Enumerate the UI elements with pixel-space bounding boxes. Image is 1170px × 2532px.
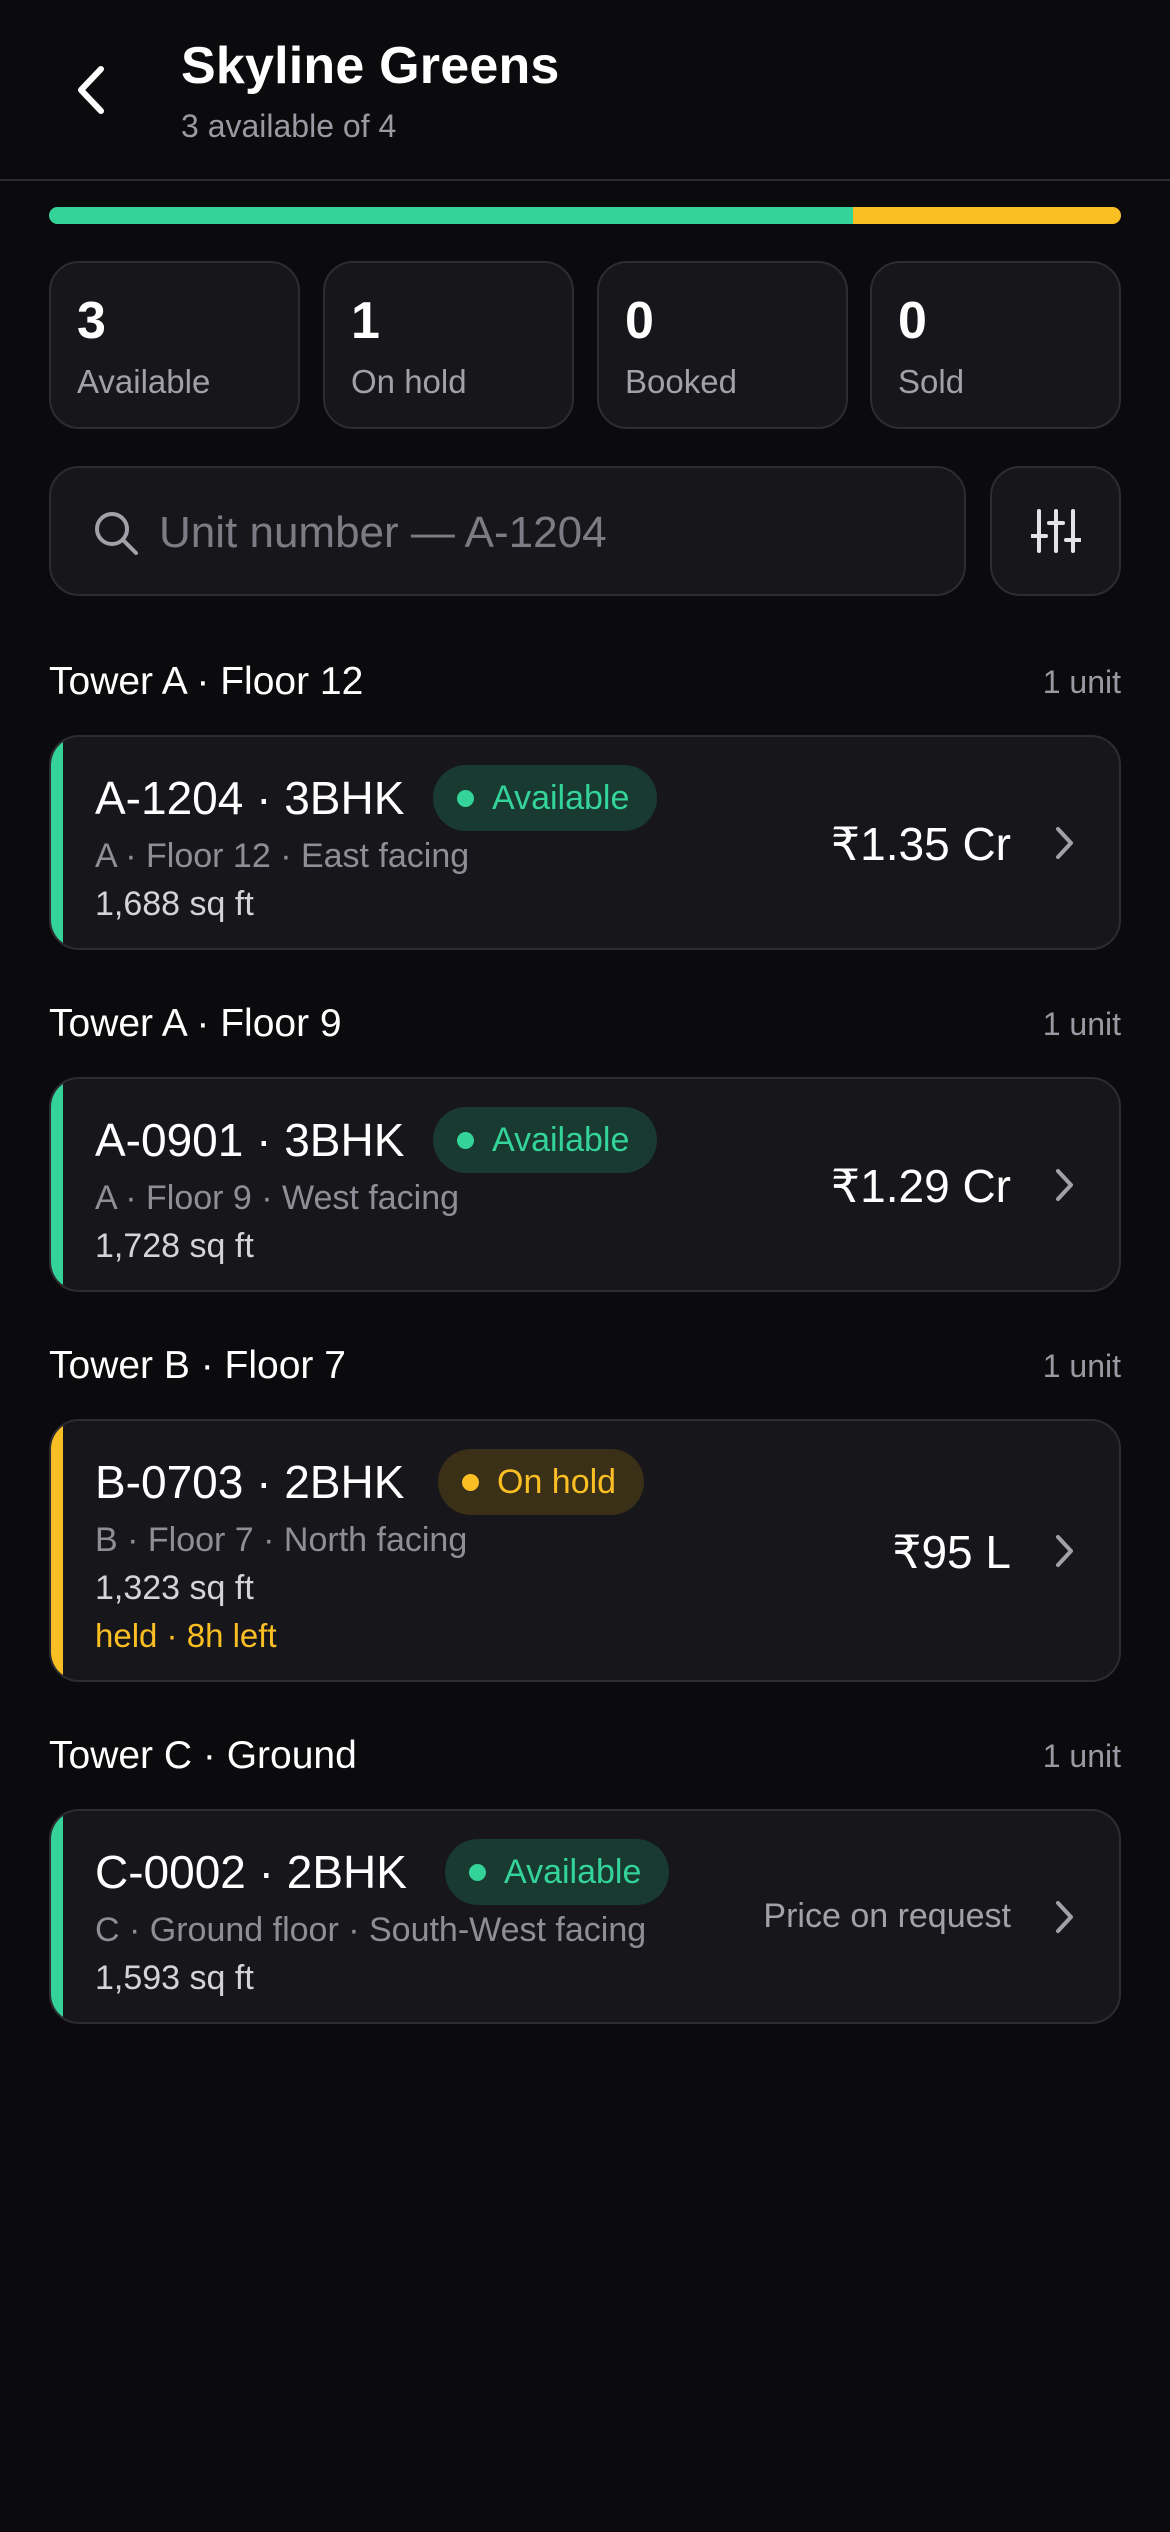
- status-dot: [469, 1863, 486, 1881]
- unit-card[interactable]: B-0703 · 2BHK On hold B · Floor 7 · Nort…: [49, 1419, 1121, 1682]
- section-header: Tower A · Floor 9 1 unit: [49, 1002, 1121, 1052]
- section-count: 1 unit: [1042, 1006, 1121, 1042]
- stat-value: 1: [351, 292, 380, 350]
- unit-meta: C · Ground floor · South-West facing: [95, 1911, 647, 1949]
- status-badge: Available: [433, 1107, 658, 1173]
- status-dot: [462, 1473, 479, 1491]
- stat-card-booked[interactable]: 0 Booked: [597, 261, 848, 429]
- status-label: On hold: [497, 1462, 617, 1501]
- unit-card[interactable]: A-1204 · 3BHK Available A · Floor 12 · E…: [49, 735, 1121, 950]
- stat-label: Booked: [625, 363, 737, 400]
- progress-segment-available: [49, 207, 853, 224]
- stat-value: 0: [898, 292, 927, 350]
- search-box[interactable]: [49, 466, 966, 596]
- status-label: Available: [504, 1852, 642, 1891]
- status-summary: 3 Available 1 On hold 0 Booked 0 Sold: [49, 261, 1121, 429]
- section-count: 1 unit: [1042, 1738, 1121, 1774]
- page-subtitle: 3 available of 4: [181, 108, 397, 144]
- unit-meta: B · Floor 7 · North facing: [95, 1521, 468, 1559]
- unit-title: B-0703 · 2BHK: [95, 1456, 405, 1508]
- status-dot: [457, 1131, 474, 1149]
- unit-card[interactable]: C-0002 · 2BHK Available C · Ground floor…: [49, 1809, 1121, 2024]
- unit-meta: A · Floor 9 · West facing: [95, 1179, 460, 1217]
- stat-label: On hold: [351, 363, 467, 400]
- unit-price: Price on request: [763, 1897, 1011, 1935]
- unit-title: A-1204 · 3BHK: [95, 772, 405, 824]
- section-header: Tower A · Floor 12 1 unit: [49, 660, 1121, 710]
- status-label: Available: [492, 778, 630, 817]
- status-badge: Available: [433, 765, 658, 831]
- status-stripe: [51, 1079, 63, 1290]
- stat-value: 0: [625, 292, 654, 350]
- chevron-right-icon: [1056, 1169, 1073, 1201]
- sliders-icon: [1030, 509, 1081, 553]
- unit-price: ₹95 L: [892, 1526, 1011, 1578]
- page-title: Skyline Greens: [181, 37, 560, 95]
- status-badge: On hold: [438, 1449, 645, 1515]
- unit-area: 1,688 sq ft: [95, 885, 254, 923]
- section-title: Tower A · Floor 12: [49, 660, 364, 703]
- progress-segment-on-hold: [853, 207, 1121, 224]
- unit-price: ₹1.29 Cr: [830, 1160, 1011, 1212]
- stat-card-sold[interactable]: 0 Sold: [870, 261, 1121, 429]
- hold-timer: held · 8h left: [95, 1617, 277, 1654]
- section-count: 1 unit: [1042, 664, 1121, 700]
- status-label: Available: [492, 1120, 630, 1159]
- unit-meta: A · Floor 12 · East facing: [95, 837, 470, 875]
- stat-card-on-hold[interactable]: 1 On hold: [323, 261, 574, 429]
- section-count: 1 unit: [1042, 1348, 1121, 1384]
- availability-progress-bar: [49, 207, 1121, 224]
- status-stripe: [51, 1421, 63, 1680]
- chevron-right-icon: [1056, 1535, 1073, 1567]
- chevron-left-icon: [78, 66, 104, 114]
- unit-title: A-0901 · 3BHK: [95, 1114, 405, 1166]
- search-input[interactable]: [159, 488, 939, 578]
- chevron-right-icon: [1056, 827, 1073, 859]
- stat-value: 3: [77, 292, 106, 350]
- chevron-right-icon: [1056, 1901, 1073, 1933]
- unit-area: 1,728 sq ft: [95, 1227, 254, 1265]
- status-stripe: [51, 1811, 63, 2022]
- stat-label: Sold: [898, 363, 965, 400]
- back-button[interactable]: [60, 50, 120, 130]
- search-icon: [95, 512, 138, 555]
- unit-price: ₹1.35 Cr: [830, 818, 1011, 870]
- filter-button[interactable]: [990, 466, 1121, 596]
- unit-inventory-screen: Skyline Greens 3 available of 4 3 Availa…: [0, 0, 1170, 2532]
- unit-area: 1,323 sq ft: [95, 1569, 254, 1607]
- section-header: Tower C · Ground 1 unit: [49, 1734, 1121, 1784]
- top-app-bar: Skyline Greens 3 available of 4: [0, 0, 1170, 181]
- stat-label: Available: [77, 363, 211, 400]
- status-stripe: [51, 737, 63, 948]
- section-header: Tower B · Floor 7 1 unit: [49, 1344, 1121, 1394]
- status-dot: [457, 789, 474, 807]
- section-title: Tower B · Floor 7: [49, 1344, 346, 1387]
- unit-area: 1,593 sq ft: [95, 1959, 254, 1997]
- unit-card[interactable]: A-0901 · 3BHK Available A · Floor 9 · We…: [49, 1077, 1121, 1292]
- section-title: Tower C · Ground: [49, 1734, 357, 1777]
- stat-card-available[interactable]: 3 Available: [49, 261, 300, 429]
- status-badge: Available: [445, 1839, 670, 1905]
- unit-title: C-0002 · 2BHK: [95, 1846, 407, 1898]
- section-title: Tower A · Floor 9: [49, 1002, 342, 1045]
